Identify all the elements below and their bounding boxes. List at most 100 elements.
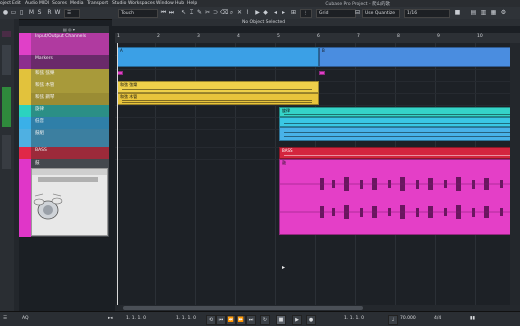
bass-event[interactable]: BASS: [279, 147, 520, 159]
track-name: 鼓組: [35, 131, 44, 136]
track-name: Input/Output Channels: [35, 34, 87, 39]
record-button[interactable]: ●: [306, 315, 316, 325]
left-locator[interactable]: 1. 1. 1. 0: [126, 315, 146, 323]
vertical-scrollbar[interactable]: [510, 43, 520, 305]
bar-10: 10: [477, 34, 483, 39]
grid-icon[interactable]: ⋮: [300, 9, 312, 18]
rewind-icon[interactable]: ⏪: [226, 315, 236, 325]
punch-icon[interactable]: ▸◂: [108, 315, 113, 323]
tempo-display[interactable]: 70.000: [400, 315, 416, 323]
marker-flag[interactable]: [319, 71, 325, 75]
track-name: 和弦 弦樂: [35, 71, 55, 76]
track-name: 和弦 木管: [35, 83, 55, 88]
mute-tool-icon[interactable]: ✕: [236, 9, 243, 16]
write-icon[interactable]: W: [54, 9, 61, 16]
solo-icon[interactable]: S: [36, 9, 43, 16]
color-tool-icon[interactable]: ◆: [262, 9, 269, 16]
menu-studio[interactable]: Studio: [112, 1, 126, 6]
menu-project[interactable]: oject: [0, 1, 11, 6]
go-start-icon[interactable]: ⏮: [216, 315, 226, 325]
layout-bottom-icon[interactable]: ▥: [480, 9, 487, 16]
menu-midi[interactable]: MIDI: [39, 1, 49, 6]
nudge-left-icon[interactable]: ◂: [272, 9, 279, 16]
menu-workspaces[interactable]: Workspaces: [128, 1, 155, 6]
nudge-right-icon[interactable]: ▸: [280, 9, 287, 16]
track-drum-kit[interactable]: 鼓組: [19, 129, 109, 148]
automation-mode-icon[interactable]: ☰: [64, 9, 80, 18]
grid-type-select[interactable]: Grid: [316, 9, 356, 18]
window-layout-icon[interactable]: ▭: [10, 9, 17, 16]
activate-project-icon[interactable]: ●: [2, 9, 9, 16]
bar-5: 5: [277, 34, 280, 39]
split-tool-icon[interactable]: ✂: [204, 9, 211, 16]
forward-icon[interactable]: ⏩: [236, 315, 246, 325]
track-markers[interactable]: Markers: [19, 55, 109, 70]
mouse-pointer-icon: ▸: [282, 264, 286, 271]
status-text: No Object Selected: [242, 20, 286, 25]
arranger-event-a[interactable]: A: [117, 47, 319, 67]
right-locator[interactable]: 1. 1. 1. 0: [176, 315, 196, 323]
menu-help[interactable]: Help: [187, 1, 197, 6]
zoom-tool-icon[interactable]: ⌕: [228, 9, 235, 16]
menu-window[interactable]: Window: [156, 1, 174, 6]
menu-audio[interactable]: Audio: [25, 1, 38, 6]
snap-icon[interactable]: ⊞: [290, 9, 297, 16]
bar-4: 4: [237, 34, 240, 39]
rewind-icon[interactable]: ⏮: [160, 9, 167, 16]
melody-event[interactable]: 旋律: [279, 107, 520, 117]
arrangement-area[interactable]: A B 和弦 弦樂 和弦 木管 旋律 BASS 鼓: [115, 43, 520, 305]
play-tool-icon[interactable]: ▶: [254, 9, 261, 16]
forward-icon[interactable]: ⏭: [168, 9, 175, 16]
inspector-toggle-icon[interactable]: ▯: [18, 9, 25, 16]
project-cursor[interactable]: [117, 43, 118, 305]
layout-right-icon[interactable]: ▦: [490, 9, 497, 16]
glue-tool-icon[interactable]: ⊃: [212, 9, 219, 16]
layout-left-icon[interactable]: ▤: [470, 9, 477, 16]
metronome-icon[interactable]: ♩: [388, 315, 398, 325]
info-line: No Object Selected: [112, 19, 520, 26]
inspector-tab[interactable]: [2, 45, 11, 75]
track-list-counter: ▤ ◎ ▾: [63, 27, 75, 32]
horizontal-scroll-thumb[interactable]: [123, 306, 363, 310]
stop-button[interactable]: ■: [276, 315, 286, 325]
play-button[interactable]: ▶: [292, 315, 302, 325]
transport-bar: ☰ AQ ▸◂ 1. 1. 1. 0 1. 1. 1. 0 ⟲ ⏮ ⏪ ⏩ ⏭ …: [0, 311, 520, 326]
menu-scores[interactable]: Scores: [52, 1, 67, 6]
menu-transport[interactable]: Transport: [87, 1, 108, 6]
drum-kit-event[interactable]: [279, 127, 520, 141]
warp-tool-icon[interactable]: ⌇: [244, 9, 251, 16]
chord-event-winds[interactable]: 和弦 木管: [117, 93, 319, 105]
menu-edit[interactable]: Edit: [12, 1, 21, 6]
mode-icon[interactable]: ☰: [3, 315, 7, 323]
instrument-controls[interactable]: [38, 177, 98, 182]
menu-hub[interactable]: Hub: [175, 1, 184, 6]
range-tool-icon[interactable]: ⌶: [188, 9, 195, 16]
cycle-icon[interactable]: ↻: [260, 315, 270, 325]
pointer-tool-icon[interactable]: ↖: [180, 9, 187, 16]
drums-audio-event[interactable]: 鼓: [279, 159, 520, 235]
track-io-channels[interactable]: Input/Output Channels: [19, 33, 109, 56]
signature-display[interactable]: 4/4: [434, 315, 441, 323]
cycle-toggle-icon[interactable]: ⟲: [206, 315, 216, 325]
quantize-mode-select[interactable]: Use Quantize: [362, 9, 400, 18]
go-end-icon[interactable]: ⏭: [246, 315, 256, 325]
erase-tool-icon[interactable]: ⌫: [220, 9, 228, 16]
position-display[interactable]: 1. 1. 1. 0: [344, 315, 364, 323]
menu-media[interactable]: Media: [70, 1, 84, 6]
read-icon[interactable]: R: [46, 9, 53, 16]
color-swatch-icon[interactable]: ■: [454, 9, 461, 16]
track-name: Markers: [35, 56, 53, 61]
bass-line-event[interactable]: [279, 117, 520, 127]
touch-mode-select[interactable]: Touch: [118, 9, 158, 18]
arranger-event-b[interactable]: B: [319, 47, 519, 67]
channel-meter: [2, 87, 11, 127]
chord-event-strings[interactable]: 和弦 弦樂: [117, 81, 319, 93]
mute-icon[interactable]: M: [28, 9, 35, 16]
visibility-tab[interactable]: [2, 31, 11, 37]
track-name: 和弦 鋼琴: [35, 95, 55, 100]
quantize-icon[interactable]: ⊟: [354, 9, 361, 16]
pencil-tool-icon[interactable]: ✎: [196, 9, 203, 16]
quantize-preset-select[interactable]: 1/16: [404, 9, 450, 18]
track-list-header: ▤ ◎ ▾: [19, 26, 109, 33]
settings-icon[interactable]: ⚙: [500, 9, 507, 16]
